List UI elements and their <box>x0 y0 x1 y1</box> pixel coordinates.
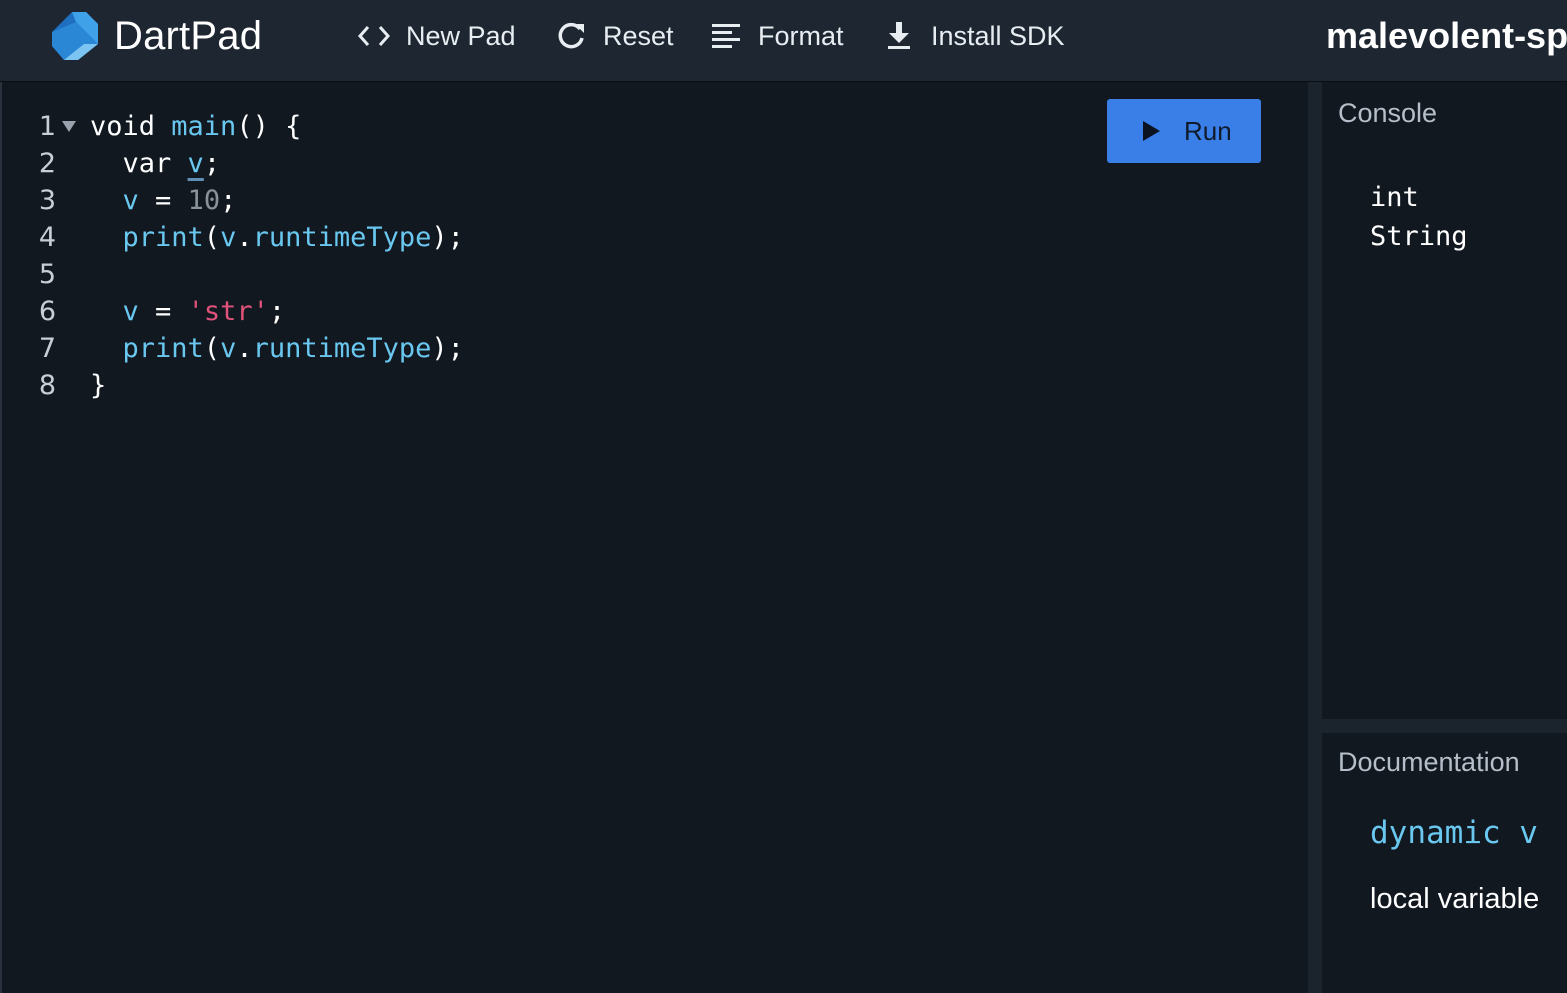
code-brackets-icon <box>356 18 392 54</box>
code-token: ( <box>203 222 221 253</box>
code-token: () { <box>236 111 302 142</box>
line-number: 8 <box>38 370 56 401</box>
code-token: ; <box>203 148 221 179</box>
reset-label: Reset <box>603 20 674 51</box>
format-button[interactable]: Format <box>708 16 844 56</box>
code-token: = <box>138 296 188 327</box>
code-text: v = 10; <box>90 182 237 219</box>
new-pad-label: New Pad <box>406 20 516 51</box>
code-token: . <box>236 222 253 253</box>
code-token: print <box>90 333 204 364</box>
pad-name[interactable]: malevolent-spa <box>1326 12 1567 60</box>
code-text: print(v.runtimeType); <box>90 330 464 367</box>
documentation-title: Documentation <box>1338 747 1520 777</box>
line-number: 1 <box>38 111 56 142</box>
console-panel: Console int String <box>1322 82 1567 719</box>
console-title: Console <box>1338 98 1438 128</box>
refresh-icon <box>553 18 589 54</box>
code-text: print(v.runtimeType); <box>90 219 464 256</box>
format-align-icon <box>708 18 744 54</box>
doc-description: local variable <box>1370 883 1540 915</box>
code-text: var v; <box>90 145 221 182</box>
code-editor[interactable]: 1 void main() {2 var v; 3 v = 10; 4 print(v… <box>0 82 1308 993</box>
code-token: void <box>90 111 172 142</box>
code-token: 10 <box>187 185 221 216</box>
code-token: } <box>90 370 107 401</box>
code-token: runtimeType <box>252 333 432 364</box>
dart-logo-icon[interactable] <box>48 10 100 62</box>
dartpad-app: DartPad New Pad Reset Format Install SDK <box>0 0 1567 993</box>
run-button[interactable]: Run <box>1107 99 1261 163</box>
line-number: 7 <box>38 333 56 364</box>
play-icon <box>1143 121 1160 141</box>
format-label: Format <box>758 20 844 51</box>
console-output-line: String <box>1370 221 1468 252</box>
code-token: v <box>187 148 204 179</box>
brand-title: DartPad <box>114 14 263 58</box>
line-number: 4 <box>38 222 56 253</box>
code-token: v <box>90 296 139 327</box>
line-number: 6 <box>38 296 56 327</box>
code-token: ; <box>268 296 286 327</box>
new-pad-button[interactable]: New Pad <box>356 16 516 56</box>
download-icon <box>881 18 917 54</box>
code-token: var <box>90 148 188 179</box>
line-number: 5 <box>38 259 56 290</box>
code-token: . <box>236 333 253 364</box>
documentation-panel: Documentation dynamic v local variable <box>1322 733 1567 993</box>
run-label: Run <box>1184 115 1232 146</box>
code-token: print <box>90 222 204 253</box>
line-number: 3 <box>38 185 56 216</box>
code-token: 'str' <box>187 296 269 327</box>
code-token: v <box>220 222 237 253</box>
top-bar: DartPad New Pad Reset Format Install SDK <box>0 0 1567 82</box>
code-token: = <box>138 185 188 216</box>
code-text: void main() { <box>90 108 301 145</box>
horizontal-split-handle[interactable] <box>1322 719 1567 733</box>
code-token: main <box>171 111 237 142</box>
fold-arrow-icon[interactable] <box>62 121 76 132</box>
console-output-line: int <box>1370 182 1419 213</box>
code-text: } <box>90 367 106 404</box>
code-token: ( <box>203 333 221 364</box>
install-sdk-button[interactable]: Install SDK <box>881 16 1065 56</box>
code-token: ); <box>431 222 464 253</box>
code-token: v <box>90 185 139 216</box>
code-token: v <box>220 333 237 364</box>
code-text: v = 'str'; <box>90 293 286 330</box>
code-token: ; <box>220 185 237 216</box>
line-number: 2 <box>38 148 56 179</box>
vertical-split-handle[interactable] <box>1308 82 1322 993</box>
code-token: ); <box>431 333 464 364</box>
code-token: runtimeType <box>252 222 432 253</box>
reset-button[interactable]: Reset <box>553 16 674 56</box>
doc-signature: dynamic v <box>1370 815 1538 851</box>
install-sdk-label: Install SDK <box>931 20 1065 51</box>
